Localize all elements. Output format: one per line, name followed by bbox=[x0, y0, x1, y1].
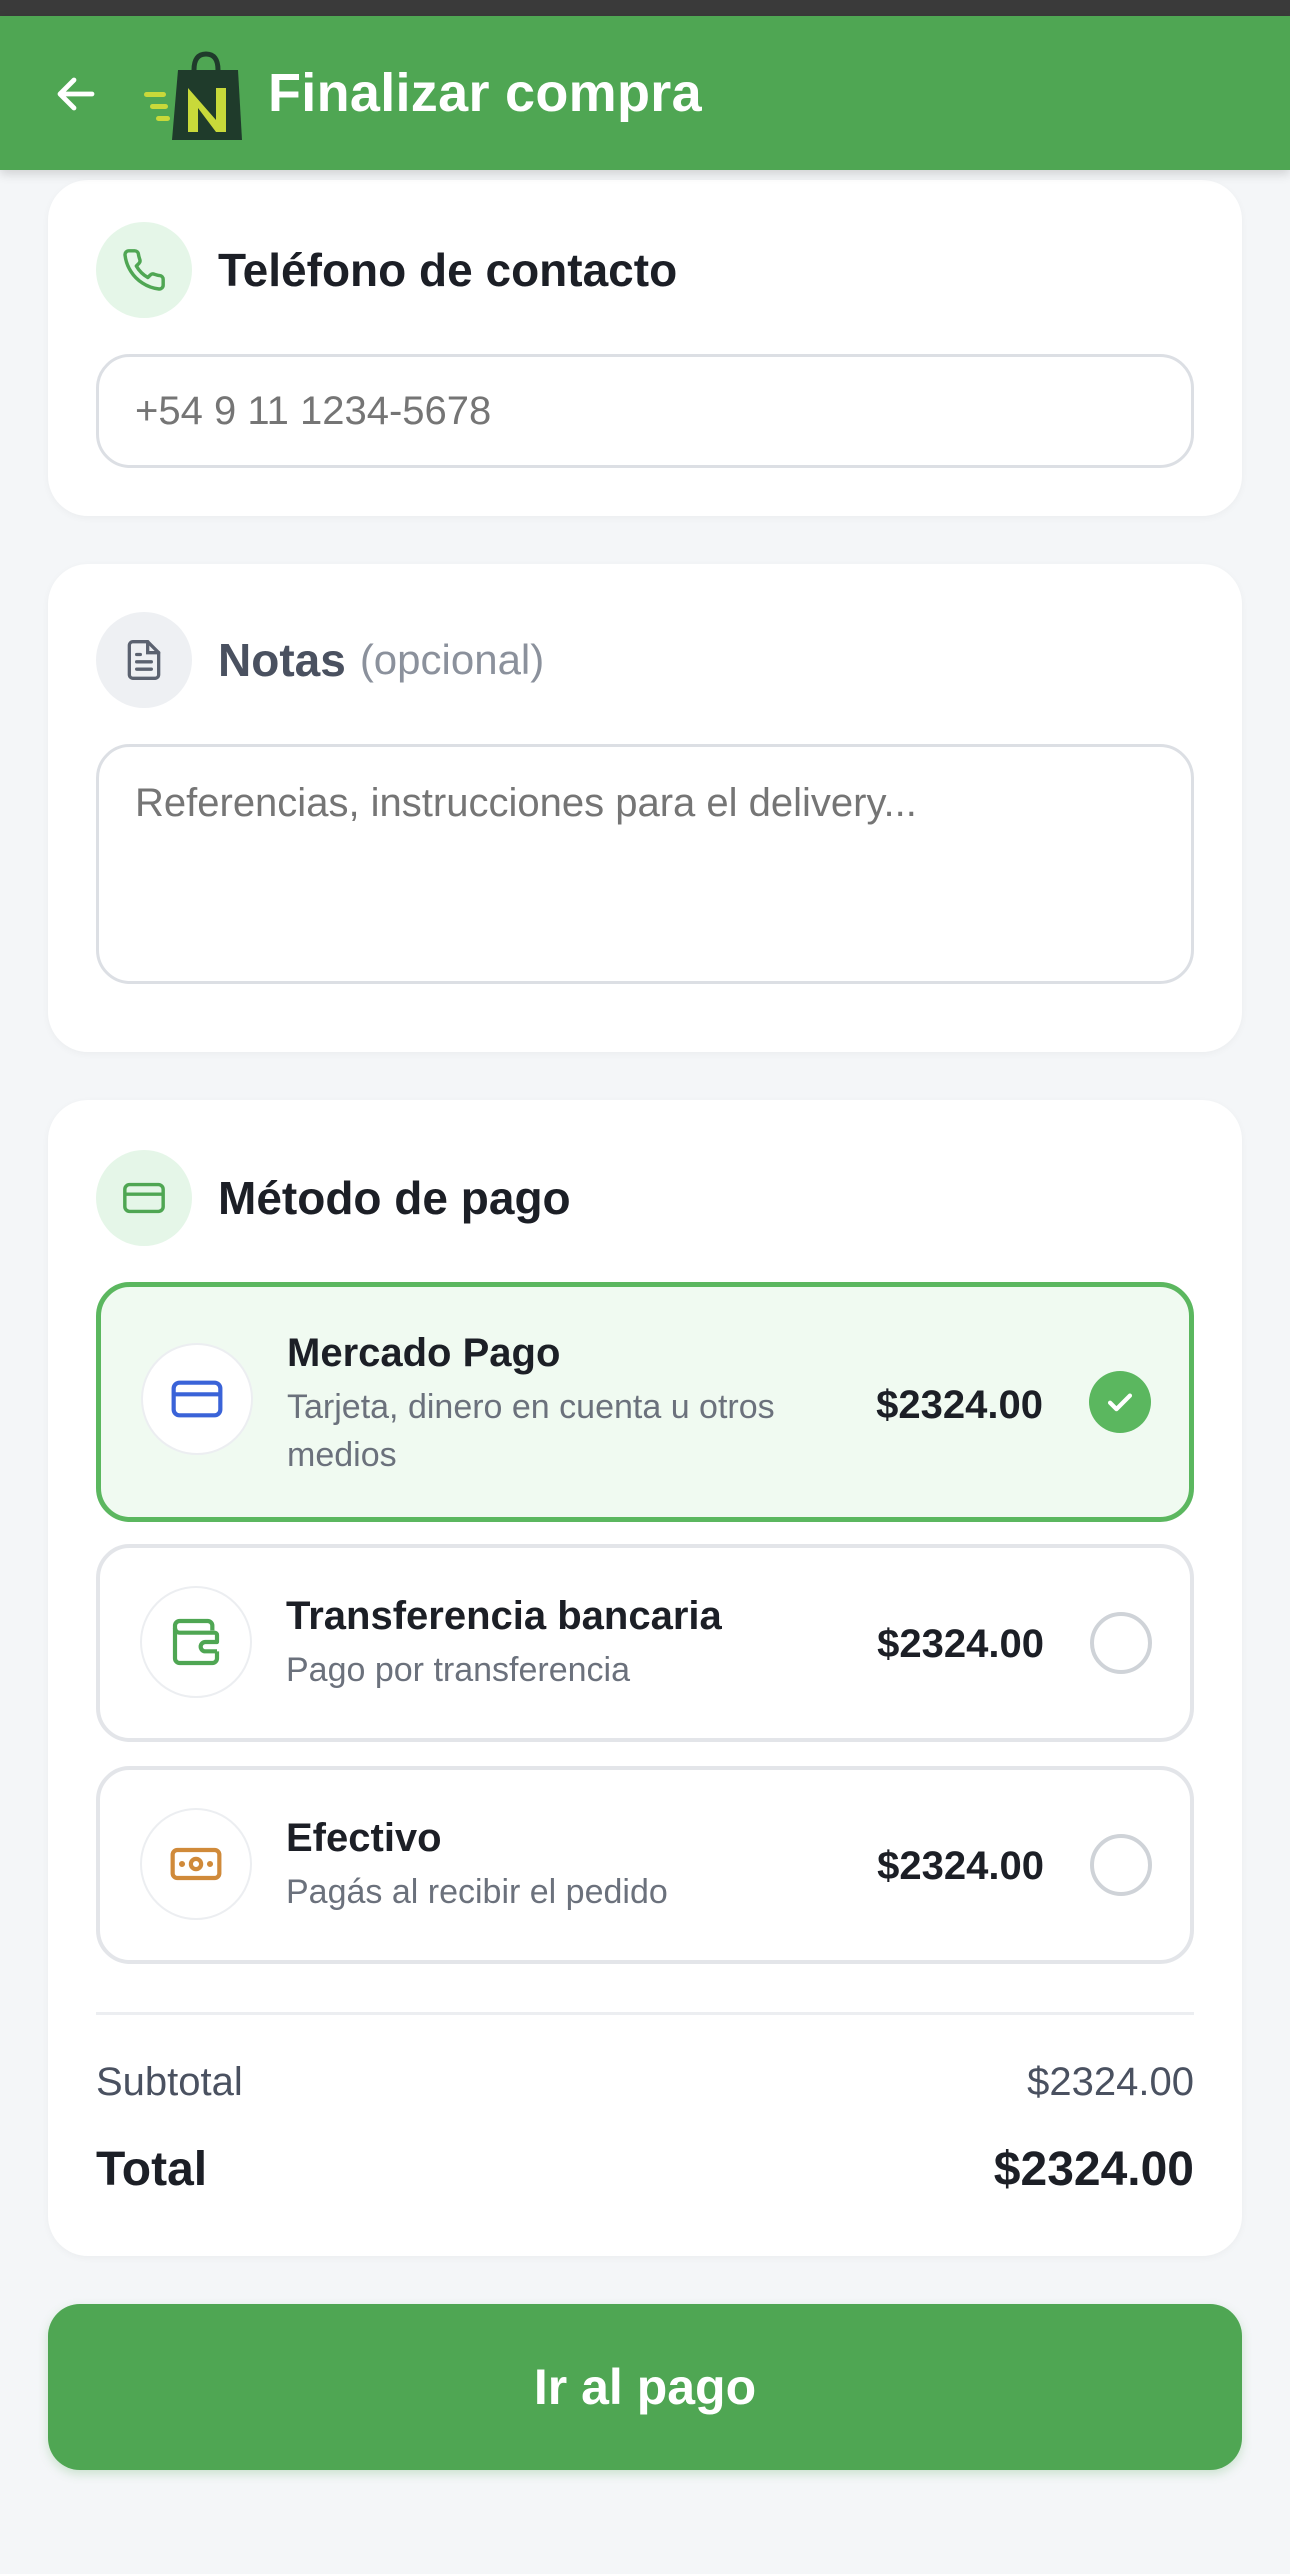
wallet-icon bbox=[172, 1618, 220, 1666]
payment-option-transferencia[interactable]: Transferencia bancaria Pago por transfer… bbox=[96, 1544, 1194, 1742]
payment-card-title: Método de pago bbox=[218, 1172, 571, 1224]
option-price: $2324.00 bbox=[877, 1622, 1044, 1666]
check-icon bbox=[1107, 1393, 1133, 1412]
option-description: Tarjeta, dinero en cuenta u otros medios bbox=[287, 1388, 775, 1474]
payment-option-efectivo[interactable]: Efectivo Pagás al recibir el pedido $232… bbox=[96, 1766, 1194, 1964]
option-title: Efectivo bbox=[286, 1816, 442, 1860]
notes-card: Notas (opcional) bbox=[48, 564, 1242, 1052]
phone-input[interactable] bbox=[96, 354, 1194, 468]
option-description: Pagás al recibir el pedido bbox=[286, 1873, 668, 1911]
subtotal-value: $2324.00 bbox=[1027, 2060, 1194, 2104]
option-icon-circle bbox=[141, 1343, 253, 1455]
option-price: $2324.00 bbox=[876, 1383, 1043, 1427]
app-bar: Finalizar compra bbox=[0, 16, 1290, 170]
option-title: Transferencia bancaria bbox=[286, 1594, 722, 1638]
total-label: Total bbox=[96, 2143, 208, 2196]
go-to-payment-button[interactable]: Ir al pago bbox=[48, 2304, 1242, 2470]
subtotal-label: Subtotal bbox=[96, 2060, 243, 2104]
option-icon-circle bbox=[140, 1808, 252, 1920]
payment-card: Método de pago Mercado Pago Tarjeta, din… bbox=[48, 1100, 1242, 2256]
payment-icon-badge bbox=[96, 1150, 192, 1246]
notes-icon-badge bbox=[96, 612, 192, 708]
brand-logo bbox=[144, 51, 242, 140]
banknote-icon bbox=[170, 1847, 222, 1881]
option-price: $2324.00 bbox=[877, 1844, 1044, 1888]
notes-textarea[interactable] bbox=[96, 744, 1194, 984]
total-value: $2324.00 bbox=[993, 2143, 1194, 2196]
page-title: Finalizar compra bbox=[268, 63, 702, 123]
phone-icon bbox=[123, 249, 165, 291]
status-bar bbox=[0, 0, 1290, 16]
option-icon-circle bbox=[140, 1586, 252, 1698]
phone-icon-badge bbox=[96, 222, 192, 318]
credit-card-icon bbox=[171, 1380, 223, 1418]
option-radio[interactable] bbox=[1090, 1612, 1152, 1674]
phone-card-title: Teléfono de contacto bbox=[218, 244, 678, 296]
option-radio[interactable] bbox=[1090, 1834, 1152, 1896]
credit-card-icon bbox=[123, 1182, 165, 1214]
phone-card: Teléfono de contacto bbox=[48, 180, 1242, 516]
option-radio-selected[interactable] bbox=[1089, 1371, 1151, 1433]
option-description: Pago por transferencia bbox=[286, 1651, 630, 1689]
notes-card-title: Notas bbox=[218, 634, 346, 686]
arrow-left-icon bbox=[57, 77, 95, 111]
payment-option-mercado-pago[interactable]: Mercado Pago Tarjeta, dinero en cuenta u… bbox=[96, 1282, 1194, 1522]
back-button[interactable] bbox=[48, 66, 104, 122]
notes-optional-label: (opcional) bbox=[359, 636, 545, 683]
document-icon bbox=[127, 640, 161, 680]
option-title: Mercado Pago bbox=[287, 1331, 561, 1375]
summary-divider bbox=[96, 2012, 1194, 2015]
